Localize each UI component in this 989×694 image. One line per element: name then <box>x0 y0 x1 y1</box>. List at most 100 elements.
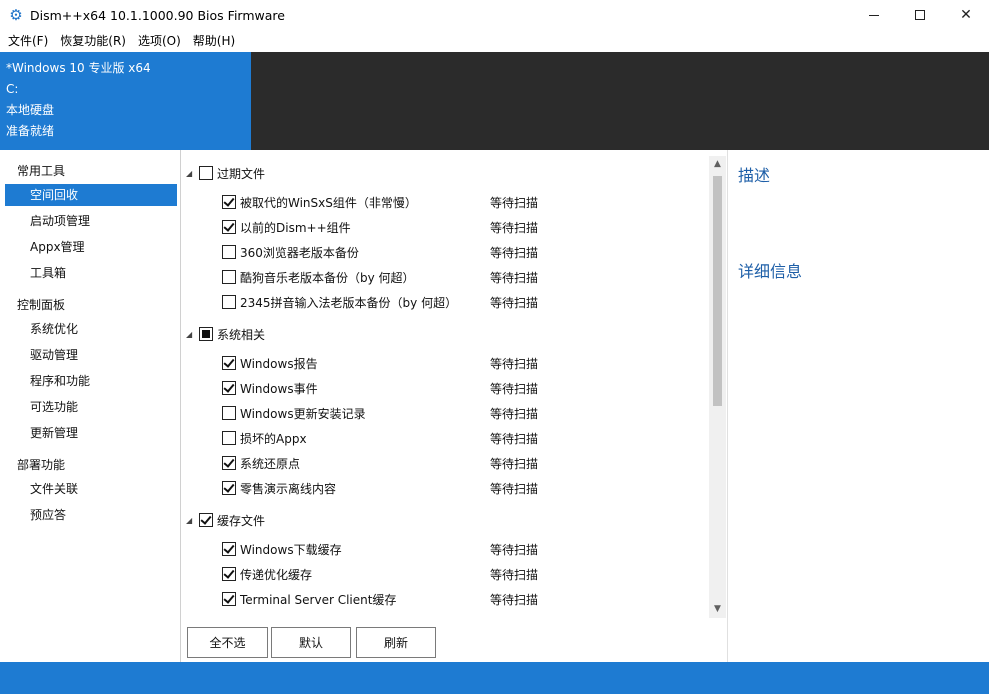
session-os: *Windows 10 专业版 x64 <box>6 61 151 75</box>
item-label: 360浏览器老版本备份 <box>240 245 359 260</box>
session-tile[interactable]: *Windows 10 专业版 x64 C: 本地硬盘 准备就绪 <box>0 52 251 150</box>
list-item[interactable]: 360浏览器老版本备份 等待扫描 <box>222 241 702 263</box>
item-checkbox[interactable] <box>222 245 236 259</box>
item-label: 2345拼音输入法老版本备份（by 何超） <box>240 295 458 310</box>
menu-recovery[interactable]: 恢复功能(R) <box>54 30 132 52</box>
nav-item-appx[interactable]: Appx管理 <box>5 236 177 258</box>
item-checkbox[interactable] <box>222 431 236 445</box>
item-label: 损坏的Appx <box>240 431 307 446</box>
list-item[interactable]: 传递优化缓存 等待扫描 <box>222 563 702 585</box>
item-checkbox[interactable] <box>222 542 236 556</box>
gears-icon: ⚙ <box>9 6 23 24</box>
group-checkbox[interactable] <box>199 513 213 527</box>
item-checkbox[interactable] <box>222 356 236 370</box>
list-item[interactable]: 被取代的WinSxS组件（非常慢） 等待扫描 <box>222 191 702 213</box>
list-item[interactable]: 以前的Dism++组件 等待扫描 <box>222 216 702 238</box>
list-item[interactable]: Windows更新安装记录 等待扫描 <box>222 402 702 424</box>
item-status: 等待扫描 <box>490 567 539 582</box>
item-label: Windows事件 <box>240 381 318 396</box>
minimize-button[interactable] <box>851 0 897 30</box>
group-checkbox[interactable] <box>199 166 213 180</box>
close-icon: ✕ <box>960 7 972 23</box>
collapse-caret-icon[interactable]: ◢ <box>186 169 196 178</box>
item-checkbox[interactable] <box>222 406 236 420</box>
nav-item-updates[interactable]: 更新管理 <box>5 422 177 444</box>
scroll-thumb[interactable] <box>713 176 722 406</box>
collapse-caret-icon[interactable]: ◢ <box>186 516 196 525</box>
close-button[interactable]: ✕ <box>943 0 989 30</box>
item-label: 酷狗音乐老版本备份（by 何超） <box>240 270 415 285</box>
item-status: 等待扫描 <box>490 245 539 260</box>
scroll-up-icon[interactable]: ▲ <box>709 156 726 173</box>
item-checkbox[interactable] <box>222 270 236 284</box>
maximize-button[interactable] <box>897 0 943 30</box>
list-item[interactable]: 2345拼音输入法老版本备份（by 何超） 等待扫描 <box>222 291 702 313</box>
item-label: 被取代的WinSxS组件（非常慢） <box>240 195 417 210</box>
deselect-all-button[interactable]: 全不选 <box>187 627 268 658</box>
maximize-icon <box>915 10 925 20</box>
item-checkbox[interactable] <box>222 567 236 581</box>
menu-options[interactable]: 选项(O) <box>132 30 187 52</box>
list-item[interactable]: Terminal Server Client缓存 等待扫描 <box>222 588 702 610</box>
group-checkbox[interactable] <box>199 327 213 341</box>
list-item[interactable]: 零售演示离线内容 等待扫描 <box>222 477 702 499</box>
item-label: Windows下载缓存 <box>240 542 342 557</box>
nav-group-common-tools: 常用工具 <box>17 164 66 178</box>
item-label: Windows更新安装记录 <box>240 406 366 421</box>
session-drive: C: <box>6 82 19 96</box>
list-item[interactable]: Windows下载缓存 等待扫描 <box>222 538 702 560</box>
item-checkbox[interactable] <box>222 295 236 309</box>
group-row[interactable]: ◢ 过期文件 <box>182 162 265 184</box>
info-panel: 描述 详细信息 <box>727 150 989 662</box>
item-status: 等待扫描 <box>490 456 539 471</box>
item-checkbox[interactable] <box>222 481 236 495</box>
item-status: 等待扫描 <box>490 381 539 396</box>
title-bar: ⚙ Dism++x64 10.1.1000.90 Bios Firmware ✕ <box>0 0 989 30</box>
menu-file[interactable]: 文件(F) <box>2 30 54 52</box>
item-status: 等待扫描 <box>490 406 539 421</box>
list-item[interactable]: 系统还原点 等待扫描 <box>222 452 702 474</box>
nav-item-system-optimize[interactable]: 系统优化 <box>5 318 177 340</box>
group-row[interactable]: ◢ 缓存文件 <box>182 509 265 531</box>
nav-item-programs[interactable]: 程序和功能 <box>5 370 177 392</box>
item-status: 等待扫描 <box>490 431 539 446</box>
nav-item-optional-features[interactable]: 可选功能 <box>5 396 177 418</box>
list-item[interactable]: 损坏的Appx 等待扫描 <box>222 427 702 449</box>
item-status: 等待扫描 <box>490 481 539 496</box>
group-label: 过期文件 <box>217 166 266 181</box>
item-checkbox[interactable] <box>222 592 236 606</box>
menu-bar: 文件(F) 恢复功能(R) 选项(O) 帮助(H) <box>0 30 989 52</box>
nav-group-control-panel: 控制面板 <box>17 298 66 312</box>
nav-item-startup[interactable]: 启动项管理 <box>5 210 177 232</box>
item-checkbox[interactable] <box>222 381 236 395</box>
item-checkbox[interactable] <box>222 195 236 209</box>
details-title: 详细信息 <box>738 262 803 281</box>
item-status: 等待扫描 <box>490 270 539 285</box>
session-status: 准备就绪 <box>6 124 55 138</box>
nav-item-space-reclaim[interactable]: 空间回收 <box>5 184 177 206</box>
default-button[interactable]: 默认 <box>271 627 351 658</box>
cleanup-panel: ◢ 过期文件 被取代的WinSxS组件（非常慢） 等待扫描 以前的Dism++组… <box>182 150 727 662</box>
cleanup-list: ◢ 过期文件 被取代的WinSxS组件（非常慢） 等待扫描 以前的Dism++组… <box>182 150 709 620</box>
list-item[interactable]: Windows报告 等待扫描 <box>222 352 702 374</box>
group-label: 系统相关 <box>217 327 266 342</box>
list-item[interactable]: Windows事件 等待扫描 <box>222 377 702 399</box>
minimize-icon <box>869 14 879 16</box>
nav-item-drivers[interactable]: 驱动管理 <box>5 344 177 366</box>
menu-help[interactable]: 帮助(H) <box>187 30 241 52</box>
nav-item-file-assoc[interactable]: 文件关联 <box>5 478 177 500</box>
collapse-caret-icon[interactable]: ◢ <box>186 330 196 339</box>
list-item[interactable]: 酷狗音乐老版本备份（by 何超） 等待扫描 <box>222 266 702 288</box>
nav-item-toolbox[interactable]: 工具箱 <box>5 262 177 284</box>
scroll-down-icon[interactable]: ▼ <box>709 601 726 618</box>
nav-item-pre-answer[interactable]: 预应答 <box>5 504 177 526</box>
item-status: 等待扫描 <box>490 195 539 210</box>
group-row[interactable]: ◢ 系统相关 <box>182 323 265 345</box>
item-checkbox[interactable] <box>222 220 236 234</box>
refresh-button[interactable]: 刷新 <box>356 627 436 658</box>
status-bar <box>0 662 989 694</box>
vertical-scrollbar[interactable]: ▲ ▼ <box>709 156 726 618</box>
group-label: 缓存文件 <box>217 513 266 528</box>
nav-group-deploy: 部署功能 <box>17 458 66 472</box>
item-checkbox[interactable] <box>222 456 236 470</box>
